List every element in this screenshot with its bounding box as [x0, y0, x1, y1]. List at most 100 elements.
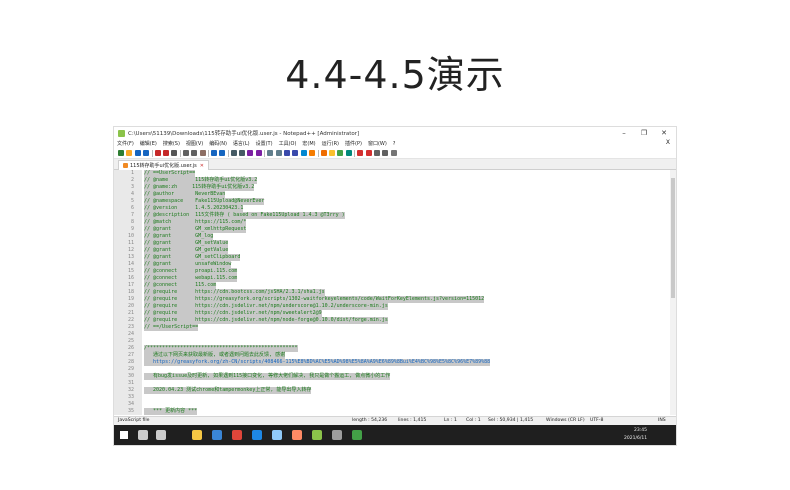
search-icon[interactable] — [138, 430, 148, 440]
tray-clock[interactable]: 23:45 — [634, 428, 647, 433]
code-line[interactable]: 26 /*************************************… — [114, 345, 670, 352]
save-all-icon[interactable] — [143, 150, 150, 156]
code-editor[interactable]: 1 // ==UserScript== 2 // @name 115转存助手ui优化版… — [114, 170, 676, 415]
code-line[interactable]: 3 // @name:zh 115转存助手ui优化版v3.2 — [114, 184, 670, 191]
menu-item[interactable]: 编辑(E) — [140, 140, 157, 147]
zoom-out-icon[interactable] — [255, 150, 262, 156]
code-line[interactable]: 5 // @namespace Fake115Upload@NeverEver — [114, 198, 670, 205]
code-line[interactable]: 27 通过以下网页来获取最新版, 或者遇到问题去此反馈, 感谢 — [114, 352, 670, 359]
scrollbar-thumb[interactable] — [671, 178, 675, 298]
code-line[interactable]: 6 // @version 1.4.5.20230423.1 — [114, 205, 670, 212]
code-line[interactable]: 4 // @author NeverBEvan — [114, 191, 670, 198]
chrome-icon[interactable] — [232, 430, 242, 440]
code-line[interactable]: 10 // @grant GM_log — [114, 233, 670, 240]
store-icon[interactable] — [252, 430, 262, 440]
redo-icon[interactable] — [219, 150, 226, 156]
menu-item[interactable]: 语言(L) — [233, 140, 250, 147]
windows-start-icon[interactable] — [120, 431, 128, 439]
code-line[interactable]: 7 // @description 115文件转存 ( based on Fake… — [114, 212, 670, 219]
tab-userscript-file[interactable]: 115转存助手ui优化版.user.js ✕ — [118, 160, 209, 170]
sync-h-icon[interactable] — [275, 150, 282, 156]
code-line[interactable]: 22 // @require https://cdn.jsdelivr.net/n… — [114, 317, 670, 324]
code-line[interactable]: 25 — [114, 338, 670, 345]
file-explorer-icon[interactable] — [192, 430, 202, 440]
close-icon[interactable] — [154, 150, 161, 156]
menu-item[interactable]: 搜索(S) — [163, 140, 180, 147]
wechat-icon[interactable] — [352, 430, 362, 440]
open-icon[interactable] — [126, 150, 133, 156]
media-player-icon[interactable] — [292, 430, 302, 440]
doc-map-icon[interactable] — [320, 150, 327, 156]
code-line[interactable]: 34 — [114, 401, 670, 408]
code-line[interactable]: 16 // @connect webapi.115.com — [114, 275, 670, 282]
save-icon[interactable] — [134, 150, 141, 156]
code-line[interactable]: 23 // ==/UserScript== — [114, 324, 670, 331]
folder-icon[interactable] — [337, 150, 344, 156]
stop-icon[interactable] — [365, 150, 372, 156]
lang-icon[interactable] — [309, 150, 316, 156]
minimize-button[interactable]: – — [614, 127, 634, 139]
code-line[interactable]: 33 — [114, 394, 670, 401]
wrap-icon[interactable] — [284, 150, 291, 156]
copy-icon[interactable] — [191, 150, 198, 156]
code-line[interactable]: 21 // @require https://cdn.jsdelivr.net/n… — [114, 310, 670, 317]
terminal-icon[interactable] — [332, 430, 342, 440]
monitor-icon[interactable] — [345, 150, 352, 156]
all-chars-icon[interactable] — [292, 150, 299, 156]
play-icon[interactable] — [373, 150, 380, 156]
save-macro-icon[interactable] — [390, 150, 397, 156]
menu-item[interactable]: 插件(P) — [345, 140, 362, 147]
code-line[interactable]: 13 // @grant GM_setClipboard — [114, 254, 670, 261]
menu-item[interactable]: 宏(M) — [302, 140, 315, 147]
menu-item[interactable]: 文件(F) — [117, 140, 134, 147]
menu-item[interactable]: 运行(R) — [322, 140, 339, 147]
print-icon[interactable] — [171, 150, 178, 156]
cut-icon[interactable] — [182, 150, 189, 156]
function-list-icon[interactable] — [328, 150, 335, 156]
close-window-button[interactable]: ✕ — [654, 127, 674, 139]
mail-icon[interactable] — [272, 430, 282, 440]
code-line[interactable]: 8 // @match https://115.com/* — [114, 219, 670, 226]
play-multi-icon[interactable] — [382, 150, 389, 156]
zoom-in-icon[interactable] — [247, 150, 254, 156]
code-line[interactable]: 24 — [114, 331, 670, 338]
code-line[interactable]: 20 // @require https://cdn.jsdelivr.net/n… — [114, 303, 670, 310]
task-view-icon[interactable] — [156, 430, 166, 440]
menu-item[interactable]: 窗口(W) — [368, 140, 387, 147]
menu-item[interactable]: 设置(T) — [256, 140, 273, 147]
maximize-button[interactable]: ❐ — [634, 127, 654, 139]
paste-icon[interactable] — [199, 150, 206, 156]
code-line[interactable]: 28 https://greasyfork.org/zh-CN/scripts/… — [114, 359, 670, 366]
code-line[interactable]: 29 — [114, 366, 670, 373]
tab-close-icon[interactable]: ✕ — [200, 163, 204, 169]
close-all-icon[interactable] — [162, 150, 169, 156]
menu-item[interactable]: 视图(V) — [186, 140, 203, 147]
code-line[interactable]: 12 // @grant GM_getValue — [114, 247, 670, 254]
code-line[interactable]: 35 *** 更新内容 *** — [114, 408, 670, 415]
code-line[interactable]: 9 // @grant GM_xmlhttpRequest — [114, 226, 670, 233]
code-line[interactable]: 15 // @connect proapi.115.com — [114, 268, 670, 275]
new-icon[interactable] — [118, 150, 124, 156]
undo-icon[interactable] — [210, 150, 217, 156]
code-line[interactable]: 18 // @require https://cdn.bootcss.com/js… — [114, 289, 670, 296]
edge-icon[interactable] — [212, 430, 222, 440]
menu-item[interactable]: 工具(O) — [279, 140, 297, 147]
sync-v-icon[interactable] — [267, 150, 274, 156]
code-line[interactable]: 32 2020.04.23 测试chrome和tampermonkey上正常, … — [114, 387, 670, 394]
code-line[interactable]: 19 // @require https://greasyfork.org/scr… — [114, 296, 670, 303]
vertical-scrollbar[interactable] — [670, 170, 676, 415]
tray-date[interactable]: 2021/6/11 — [624, 436, 647, 441]
code-line[interactable]: 17 // @connect 115.com — [114, 282, 670, 289]
code-line[interactable]: 11 // @grant GM_setValue — [114, 240, 670, 247]
close-document-button[interactable]: X — [666, 139, 670, 146]
code-line[interactable]: 30 有bug发issue及时更新, 如果遇到115接口变化, 等修大佬们解决,… — [114, 373, 670, 380]
notepadpp-icon[interactable] — [312, 430, 322, 440]
record-icon[interactable] — [357, 150, 364, 156]
code-line[interactable]: 14 // @grant unsafeWindow — [114, 261, 670, 268]
code-line[interactable]: 1 // ==UserScript== — [114, 170, 670, 177]
code-line[interactable]: 31 — [114, 380, 670, 387]
find-icon[interactable] — [230, 150, 237, 156]
menu-item[interactable]: 编码(N) — [209, 140, 227, 147]
indent-guide-icon[interactable] — [300, 150, 307, 156]
menu-item[interactable]: ? — [393, 141, 396, 147]
